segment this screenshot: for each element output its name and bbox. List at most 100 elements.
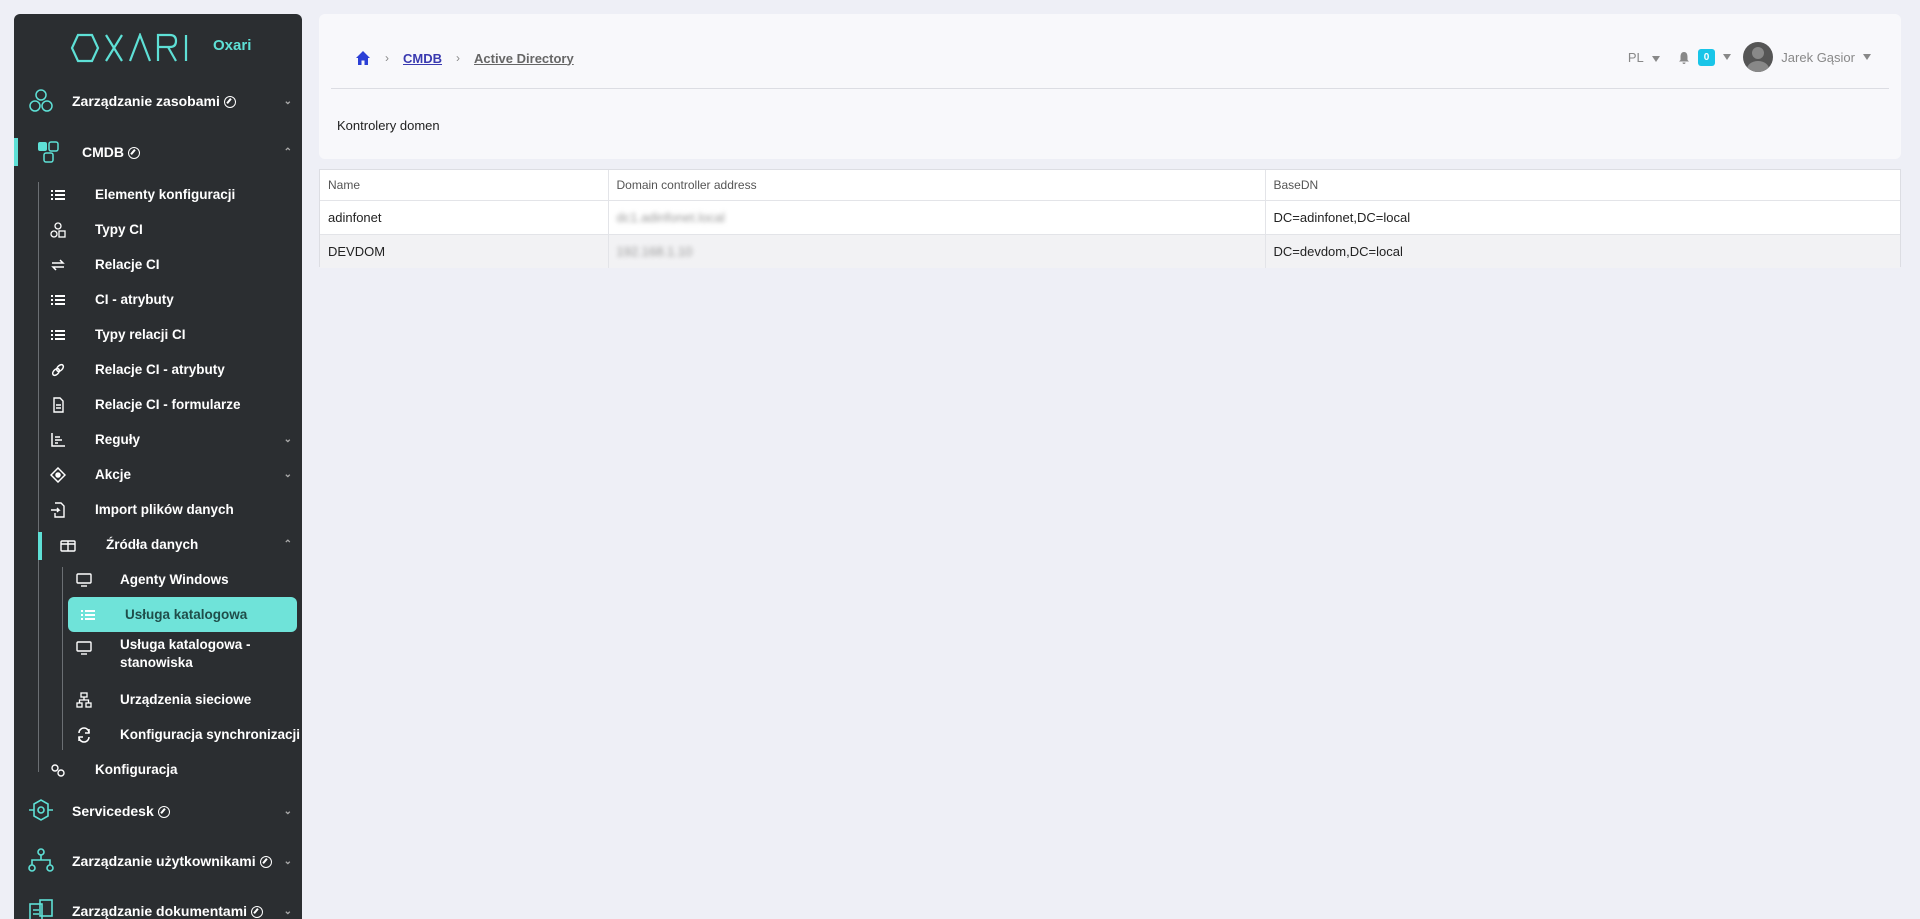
- sidebar-item-label: Reguły: [95, 431, 141, 447]
- sidebar-item-label: Źródła danych: [106, 536, 199, 552]
- monitor-icon: [76, 572, 92, 587]
- sidebar-item-label: Typy CI: [95, 221, 143, 237]
- caret-down-icon: [1651, 55, 1660, 62]
- sidebar-item-import[interactable]: Import plików danych: [14, 492, 302, 527]
- sync-icon: [78, 726, 90, 743]
- compass-icon: [223, 96, 236, 108]
- list-icon: [51, 294, 65, 305]
- page-header: › CMDB › Active Directory PL 0 Jarek Gąs…: [319, 14, 1901, 159]
- notifications-badge: 0: [1697, 48, 1716, 66]
- tree-branch: [38, 187, 39, 203]
- nav-section-asset-management[interactable]: Zarządzanie zasobami ⌄: [14, 76, 302, 126]
- nav-section-cmdb[interactable]: CMDB ⌃: [14, 127, 302, 177]
- sidebar-item-label: Elementy konfiguracji: [95, 186, 236, 202]
- blurred-address: 192.168.1.10: [616, 244, 693, 259]
- page-subtitle: Kontrolery domen: [337, 118, 440, 133]
- sidebar-item-typy-relacji-ci[interactable]: Typy relacji CI: [14, 317, 302, 352]
- sidebar-item-akcje[interactable]: Akcje ⌄: [14, 457, 302, 492]
- sidebar-item-relacje-ci-atrybuty[interactable]: Relacje CI - atrybuty: [14, 352, 302, 387]
- sidebar-item-elementy-konfiguracji[interactable]: Elementy konfiguracji: [14, 177, 302, 212]
- list-icon: [51, 189, 65, 200]
- nav-section-servicedesk[interactable]: Servicedesk ⌄: [14, 786, 302, 836]
- sidebar-item-usluga-katalogowa-stanowiska[interactable]: Usługa katalogowa - stanowiska: [14, 632, 302, 676]
- cell-name: DEVDOM: [320, 234, 608, 268]
- chevron-down-icon: ⌄: [283, 95, 292, 107]
- blurred-address: dc1.adinfonet.local: [616, 210, 725, 225]
- cell-name: adinfonet: [320, 200, 608, 235]
- breadcrumb-active-directory-link[interactable]: Active Directory: [474, 51, 574, 66]
- header-toolbar: PL 0 Jarek Gąsior: [1628, 42, 1871, 72]
- sidebar-item-label: Typy relacji CI: [95, 326, 186, 342]
- breadcrumb-separator: ›: [456, 51, 460, 65]
- sidebar-item-typy-ci[interactable]: Typy CI: [14, 212, 302, 247]
- column-header-address[interactable]: Domain controller address: [607, 170, 1265, 201]
- cell-basedn: DC=devdom,DC=local: [1264, 234, 1900, 268]
- sidebar-item-label: Relacje CI: [95, 256, 160, 272]
- column-header-basedn[interactable]: BaseDN: [1264, 170, 1900, 201]
- home-icon[interactable]: [355, 50, 371, 66]
- breadcrumb-cmdb-link[interactable]: CMDB: [403, 51, 442, 66]
- nav-section-document-management[interactable]: Zarządzanie dokumentami ⌄: [14, 886, 302, 919]
- table-row[interactable]: DEVDOM 192.168.1.10 DC=devdom,DC=local: [320, 234, 1900, 268]
- sidebar-item-relacje-ci-formularze[interactable]: Relacje CI - formularze: [14, 387, 302, 422]
- oxari-logo[interactable]: [70, 28, 200, 68]
- hexagon-cluster-icon: [29, 89, 53, 112]
- nav-section-label: Zarządzanie zasobami: [72, 93, 236, 109]
- chevron-down-icon: ⌄: [283, 805, 292, 817]
- compass-icon: [259, 856, 272, 868]
- table-row[interactable]: adinfonet dc1.adinfonet.local DC=adinfon…: [320, 200, 1900, 235]
- sidebar-item-label: Urządzenia sieciowe: [120, 691, 252, 707]
- domain-controllers-table: Name Domain controller address BaseDN ad…: [319, 169, 1901, 268]
- caret-down-icon: [1863, 54, 1871, 60]
- sidebar-item-zrodla-danych[interactable]: Źródła danych ⌃: [14, 527, 302, 562]
- sidebar-item-label: Usługa katalogowa: [125, 606, 248, 622]
- sidebar-item-konfiguracja-synchronizacji[interactable]: Konfiguracja synchronizacji: [14, 717, 302, 752]
- sidebar-item-usluga-katalogowa[interactable]: Usługa katalogowa: [14, 597, 302, 632]
- compass-icon: [157, 806, 170, 818]
- nav-section-user-management[interactable]: Zarządzanie użytkownikami ⌄: [14, 836, 302, 886]
- chevron-up-icon: ⌃: [283, 146, 292, 158]
- user-name: Jarek Gąsior: [1781, 49, 1855, 65]
- sidebar-item-ci-atrybuty[interactable]: CI - atrybuty: [14, 282, 302, 317]
- compass-icon: [251, 906, 264, 918]
- sidebar-item-label: Relacje CI - atrybuty: [95, 361, 225, 377]
- language-selector[interactable]: PL: [1628, 50, 1660, 65]
- chevron-down-icon: ⌄: [283, 434, 292, 445]
- sidebar-item-label: Konfiguracja: [95, 761, 178, 777]
- sidebar-item-label: Agenty Windows: [120, 571, 229, 587]
- cubes-icon: [38, 141, 59, 163]
- nav-section-label: CMDB: [82, 144, 140, 160]
- monitor-icon: [76, 641, 92, 655]
- column-header-name[interactable]: Name: [320, 170, 608, 201]
- chevron-up-icon: ⌃: [283, 539, 292, 550]
- file-import-icon: [51, 501, 65, 518]
- target-icon: [50, 466, 66, 483]
- sidebar-item-konfiguracja[interactable]: Konfiguracja: [14, 752, 302, 787]
- nav-section-label: Zarządzanie dokumentami: [72, 903, 264, 919]
- nav-section-label: Servicedesk: [72, 803, 170, 819]
- network-icon: [76, 691, 92, 708]
- sidebar-item-agenty-windows[interactable]: Agenty Windows: [14, 562, 302, 597]
- chevron-down-icon: ⌄: [283, 905, 292, 917]
- sidebar-item-reguly[interactable]: Reguły ⌄: [14, 422, 302, 457]
- header-divider: [331, 88, 1889, 89]
- cell-address: 192.168.1.10: [607, 234, 1265, 268]
- headset-icon: [29, 799, 53, 821]
- logo-subtitle: Oxari: [213, 37, 252, 54]
- link-icon: [51, 363, 65, 376]
- table-header-row: Name Domain controller address BaseDN: [320, 170, 1900, 201]
- sidebar-item-urzadzenia-sieciowe[interactable]: Urządzenia sieciowe: [14, 682, 302, 717]
- sidebar-item-label: Import plików danych: [95, 501, 234, 517]
- avatar[interactable]: [1743, 42, 1774, 72]
- chevron-down-icon: ⌄: [283, 855, 292, 867]
- breadcrumb-separator: ›: [385, 51, 389, 65]
- sidebar: Oxari Zarządzanie zasobami ⌄ CMDB ⌃ Elem…: [14, 14, 302, 919]
- sidebar-item-label: Konfiguracja synchronizacji: [120, 726, 301, 742]
- bell-icon: [1678, 51, 1689, 64]
- sidebar-item-relacje-ci[interactable]: Relacje CI: [14, 247, 302, 282]
- org-chart-icon: [28, 848, 54, 872]
- sidebar-item-label: Relacje CI - formularze: [95, 396, 241, 412]
- user-menu[interactable]: Jarek Gąsior: [1781, 50, 1871, 65]
- form-icon: [53, 396, 64, 413]
- notifications-button[interactable]: 0: [1678, 48, 1732, 66]
